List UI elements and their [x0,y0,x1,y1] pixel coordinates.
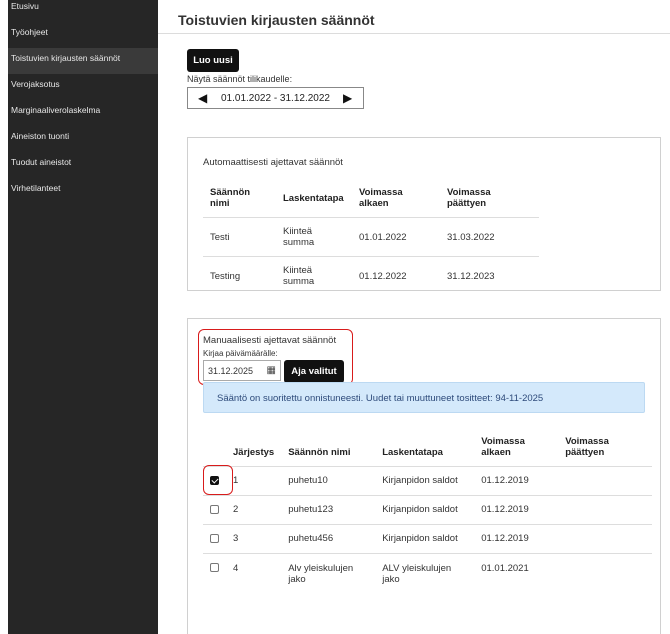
previous-period-icon[interactable]: ◀ [198,91,207,105]
sidebar-item-tuodut-aineistot[interactable]: Tuodut aineistot [8,152,158,178]
row-checkbox[interactable] [210,563,219,573]
rule-method: Kirjanpidon saldot [375,495,475,525]
next-period-icon[interactable]: ▶ [343,91,352,105]
column-header: Laskentatapa [276,179,352,218]
rule-start: 01.12.2019 [474,495,559,525]
rule-start: 01.01.2021 [481,562,529,574]
table-row: 3 puhetu456 Kirjanpidon saldot 01.12.201… [203,524,653,554]
create-new-button[interactable]: Luo uusi [187,49,239,72]
date-value: 31.12.2025 [208,366,254,376]
row-checkbox[interactable] [210,504,219,514]
row-checkbox[interactable] [210,533,219,543]
rule-method: Kiinteä summa [276,217,352,257]
sidebar-item-marginaaliverolaskelma[interactable]: Marginaaliverolaskelma [8,100,158,126]
column-header: Voimassa alkaen [474,422,559,467]
rule-end: 31.03.2022 [440,217,539,257]
rule-start: 01.12.2019 [474,524,559,554]
manual-rules-table: Järjestys Säännön nimi Laskentatapa Voim… [203,422,653,597]
column-header: Laskentatapa [375,422,475,467]
column-header: Voimassa päättyen [440,179,539,218]
date-label: Kirjaa päivämäärälle: [203,349,278,358]
column-header: Järjestys [226,422,282,467]
rule-end [558,495,653,525]
title-divider [158,33,670,34]
run-selected-button[interactable]: Aja valitut [284,360,344,383]
rule-end [558,524,653,554]
period-label: Näytä säännöt tilikaudelle: [187,74,293,84]
auto-rules-panel: Automaattisesti ajettavat säännöt Säännö… [187,137,661,291]
column-header: Säännön nimi [281,422,376,467]
rule-name-link[interactable]: puhetu456 [281,524,376,554]
highlight-box [203,465,233,495]
page-title: Toistuvien kirjausten säännöt [178,12,375,28]
table-header-row: Säännön nimi Laskentatapa Voimassa alkae… [203,179,539,218]
table-row: Testing Kiinteä summa 01.12.2022 31.12.2… [203,257,539,296]
select-cell [203,553,226,597]
table-row: 1 puhetu10 Kirjanpidon saldot 01.12.2019 [203,466,653,496]
rule-start: 01.01.2022 [352,217,440,257]
column-header: Voimassa alkaen [352,179,440,218]
manual-rules-panel: Manuaalisesti ajettavat säännöt Kirjaa p… [187,318,661,634]
period-selector: ◀ 01.01.2022 - 31.12.2022 ▶ [187,87,364,109]
sidebar: Etusivu Työohjeet Toistuvien kirjausten … [8,0,158,634]
sidebar-item-tyoohjeet[interactable]: Työohjeet [8,22,158,48]
column-header: Säännön nimi [203,179,276,218]
sidebar-item-virhetilanteet[interactable]: Virhetilanteet [8,178,158,204]
rule-method: Kirjanpidon saldot [375,524,475,554]
column-header: Voimassa päättyen [558,422,653,467]
rule-name-link[interactable]: Alv yleiskulujen jako [281,553,375,597]
select-cell [203,524,226,554]
sidebar-item-verojaksotus[interactable]: Verojaksotus [8,74,158,100]
rule-name-link[interactable]: puhetu10 [281,466,376,496]
rule-start: 01.12.2022 [359,270,407,282]
calendar-icon[interactable]: ▦ [267,365,276,376]
auto-rules-title: Automaattisesti ajettavat säännöt [203,157,343,168]
rule-method: ALV yleiskulujen jako [382,562,452,585]
sidebar-item-etusivu[interactable]: Etusivu [8,0,158,22]
rule-order: 2 [226,495,282,525]
rule-method: Kiinteä summa [283,265,315,287]
rule-order: 3 [226,524,282,554]
column-header-select [203,422,226,467]
date-input[interactable]: 31.12.2025 ▦ [203,360,281,381]
rule-end [558,553,652,597]
main-content: Toistuvien kirjausten säännöt Luo uusi N… [158,0,670,634]
rule-end [558,466,653,496]
table-row: 2 puhetu123 Kirjanpidon saldot 01.12.201… [203,495,653,525]
rule-start: 01.12.2019 [474,466,559,496]
success-alert: Sääntö on suoritettu onnistuneesti. Uude… [203,382,645,413]
rule-name-link[interactable]: Testing [203,257,276,296]
rule-order: 4 [233,562,239,574]
sidebar-item-aineiston-tuonti[interactable]: Aineiston tuonti [8,126,158,152]
auto-rules-table: Säännön nimi Laskentatapa Voimassa alkae… [203,179,539,295]
select-cell [203,495,226,525]
rule-end: 31.12.2023 [447,270,495,282]
table-row: Testi Kiinteä summa 01.01.2022 31.03.202… [203,217,539,257]
period-value: 01.01.2022 - 31.12.2022 [221,93,330,104]
sidebar-item-toistuvat-saannot[interactable]: Toistuvien kirjausten säännöt [8,48,158,74]
rule-method: Kirjanpidon saldot [375,466,475,496]
table-header-row: Järjestys Säännön nimi Laskentatapa Voim… [203,422,653,467]
manual-rules-title: Manuaalisesti ajettavat säännöt [203,335,337,346]
rule-name-link[interactable]: Testi [203,217,276,257]
table-row: 4 Alv yleiskulujen jako ALV yleiskulujen… [203,553,652,597]
rule-name-link[interactable]: puhetu123 [281,495,376,525]
rule-order: 1 [226,466,282,496]
